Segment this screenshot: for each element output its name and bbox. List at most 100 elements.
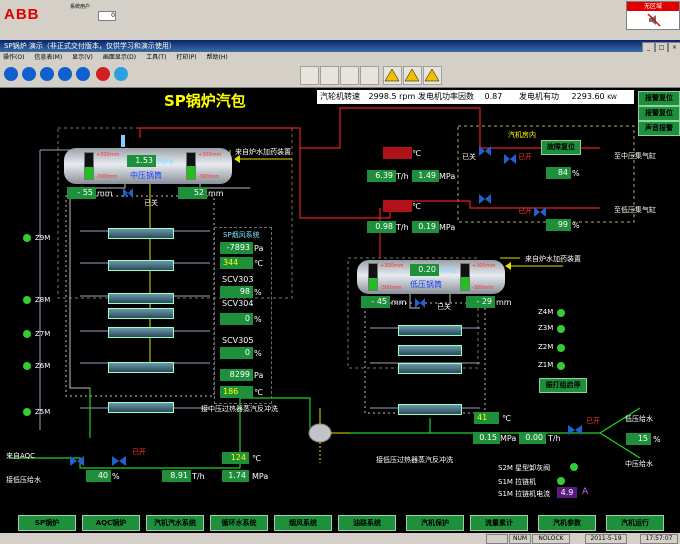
list-icon[interactable] — [360, 66, 379, 85]
feed-valve-left-icon[interactable] — [68, 452, 86, 468]
alarm-ack-icon[interactable] — [403, 66, 422, 85]
mp-drum-level-left-unit: mm — [97, 189, 113, 198]
zone-z1m-led — [557, 362, 565, 370]
home-icon[interactable] — [40, 67, 54, 81]
nav-oil-system[interactable]: 油路系统 — [338, 515, 396, 531]
alarm-silence-icon[interactable] — [423, 66, 442, 85]
status-bar: NUM NOLOCK 2011-5-19 17:57:07 — [0, 533, 680, 544]
lower-steam-temp-unit: ℃ — [412, 202, 421, 211]
nav-turbine-protect[interactable]: 汽机保护 — [406, 515, 464, 531]
nav-circ-water[interactable]: 循环水系统 — [210, 515, 268, 531]
coil-11 — [398, 404, 462, 415]
keyboard-icon[interactable] — [300, 66, 319, 85]
lp-water-pct-unit: % — [653, 435, 661, 444]
upper-valve-right-icon[interactable] — [503, 150, 517, 166]
menu-tools[interactable]: 工具(T) — [146, 54, 166, 61]
coil-9 — [398, 345, 462, 356]
feed-valve-pct: 40 — [86, 470, 111, 482]
alarm-list-icon[interactable] — [383, 66, 402, 85]
menu-display[interactable]: 画面显示(D) — [103, 54, 136, 61]
rapper-start-stop-button[interactable]: 振打组启停 — [539, 378, 587, 393]
feed-temp-unit: ℃ — [252, 454, 261, 463]
lower-steam-press: 0.19 — [412, 221, 439, 233]
window-title: SP锅炉 演示（非正式交付版本，仅供学习和演示使用） — [4, 42, 176, 50]
stop-icon[interactable] — [96, 67, 110, 81]
lower-valve-left-icon[interactable] — [478, 190, 492, 206]
back-icon[interactable] — [4, 67, 18, 81]
scv303-value: 98 — [220, 286, 253, 298]
menu-info[interactable]: 信息表(M) — [34, 54, 62, 61]
lower-steam-press-unit: MPa — [439, 223, 456, 232]
lp-water-temp: 41 — [474, 412, 499, 424]
feed-valve-right-icon[interactable] — [110, 452, 128, 468]
upper-steam-press: 1.49 — [412, 170, 439, 182]
feed-temp-value: 124 — [222, 452, 249, 464]
alarm-area-box[interactable]: 无区域 — [626, 1, 680, 30]
sp-fan-v2: 344 — [220, 257, 253, 269]
mp-drum-name: 中压锅筒 — [130, 171, 162, 180]
sp-fan-u4: ℃ — [254, 388, 263, 397]
lp-drum-pressure: 0.20 — [410, 264, 439, 276]
feed-flow-value: 8.91 — [162, 470, 191, 482]
mp-drum-top-left: +300mm — [96, 152, 120, 158]
nav-turbine-water[interactable]: 汽机汽水系统 — [146, 515, 204, 531]
grid-icon[interactable] — [340, 66, 359, 85]
go-icon[interactable] — [114, 67, 128, 81]
forward-icon[interactable] — [22, 67, 36, 81]
status-blank — [486, 534, 508, 544]
info-icon[interactable] — [76, 67, 90, 81]
nav-turbine-params[interactable]: 汽机参数 — [538, 515, 596, 531]
mp-drum-valve-state: 已关 — [144, 199, 158, 207]
gen-power-field: 发电机有功 2293.60 KW — [516, 90, 634, 104]
zone-z1m-label: Z1M — [538, 361, 554, 369]
refresh-icon[interactable] — [58, 67, 72, 81]
feed-valve-state: 已开 — [132, 448, 146, 456]
lower-valve-right-icon[interactable] — [533, 203, 547, 219]
fault-reset-button[interactable]: 故障复位 — [541, 140, 581, 155]
lp-water-valve-icon[interactable] — [566, 421, 584, 437]
upper-valve-left-icon[interactable] — [478, 142, 492, 158]
sp-fan-v1: -7893 — [220, 242, 253, 254]
power-factor-field: 发电机功率因数 0.87 — [415, 90, 517, 104]
sp-fan-u3: Pa — [254, 371, 264, 380]
menu-print[interactable]: 打印(P) — [176, 54, 196, 61]
upper-valve-left-state: 已关 — [462, 153, 476, 161]
zone-z5m-led — [23, 408, 31, 416]
scv305-unit: % — [254, 349, 262, 358]
feed-press-unit: MPa — [252, 472, 269, 481]
lower-steam-flow: 0.98 — [367, 221, 396, 233]
scv305-value: 0 — [220, 347, 253, 359]
lp-drum-top-right: +300mm — [472, 263, 496, 269]
lp-feed-label: 接低压给水 — [6, 476, 41, 484]
nav-flow-totals[interactable]: 流量累计 — [470, 515, 528, 531]
mp-drum-valve-icon[interactable] — [122, 186, 134, 200]
nav-sp-boiler[interactable]: SP锅炉 — [18, 515, 76, 531]
feed-press-value: 1.74 — [222, 470, 249, 482]
lp-water-press-unit: MPa — [500, 434, 517, 443]
lp-drum-level-right: - 29 — [466, 296, 495, 308]
alarm-reset-button-1[interactable]: 报警复位 — [638, 91, 680, 106]
menu-operate[interactable]: 操作(O) — [3, 54, 24, 61]
trend-icon[interactable] — [320, 66, 339, 85]
lp-drum-valve-icon[interactable] — [414, 296, 426, 310]
sound-alarm-button[interactable]: 声音报警 — [638, 121, 680, 136]
scv305-label: SCV305 — [222, 336, 254, 345]
mp-flush-label: 接中压过热器蒸汽反冲洗 — [201, 405, 278, 413]
menu-view[interactable]: 显示(V) — [72, 54, 93, 61]
nav-flue-air[interactable]: 烟风系统 — [274, 515, 332, 531]
lp-drum-pressure-unit: MPa — [440, 266, 457, 275]
mute-speaker-icon[interactable] — [647, 13, 661, 27]
user-value-field[interactable]: 0 — [98, 11, 116, 21]
lower-dest-label: 至低压集气缸 — [614, 206, 656, 214]
nav-turbine-run[interactable]: 汽机运行 — [606, 515, 664, 531]
lp-drum-level-right-unit: mm — [496, 298, 512, 307]
upper-steam-temp — [383, 147, 412, 159]
nav-aqc-boiler[interactable]: AQC锅炉 — [82, 515, 140, 531]
status-num: NUM — [509, 534, 531, 544]
menu-help[interactable]: 帮助(H) — [207, 54, 228, 61]
alarm-reset-button-2[interactable]: 报警复位 — [638, 106, 680, 121]
zone-z9m-label: Z9M — [35, 234, 51, 242]
zone-z4m-label: Z4M — [538, 308, 554, 316]
upper-valve-right-state: 已开 — [518, 153, 532, 161]
turbine-speed-unit: rpm — [399, 92, 416, 101]
